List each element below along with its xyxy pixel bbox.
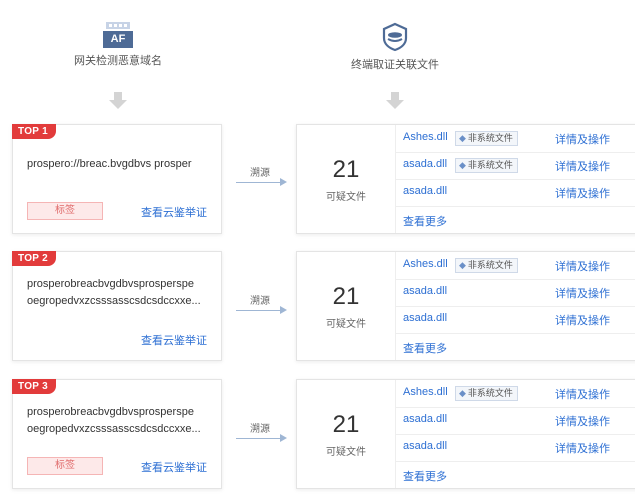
rank-badge: TOP 3 <box>12 379 57 394</box>
domain-card-top3: TOP 3 prosperobreacbvgdbvsprosperspe oeg… <box>12 379 222 489</box>
details-actions-link[interactable]: 详情及操作 <box>555 258 610 274</box>
domain-line: prosperobreacbvgdbvsprosperspe <box>27 406 194 418</box>
file-name-link[interactable]: Ashes.dll <box>403 386 448 398</box>
details-actions-link[interactable]: 详情及操作 <box>555 185 610 201</box>
file-row: asada.dll 详情及操作 <box>395 279 635 307</box>
details-actions-link[interactable]: 详情及操作 <box>555 386 610 402</box>
tag-label: 标签 <box>27 457 103 475</box>
gateway-down-arrow-icon <box>109 92 127 109</box>
details-actions-link[interactable]: 详情及操作 <box>555 312 610 328</box>
view-evidence-link[interactable]: 查看云鉴举证 <box>141 459 207 475</box>
tag-icon: ◆ <box>459 160 466 170</box>
view-evidence-link[interactable]: 查看云鉴举证 <box>141 332 207 348</box>
file-name-link[interactable]: asada.dll <box>403 312 447 324</box>
file-name-link[interactable]: asada.dll <box>403 440 447 452</box>
non-system-badge: ◆ 非系统文件 <box>455 386 518 401</box>
endpoint-down-arrow-icon <box>386 92 404 109</box>
trace-connector: 溯源 <box>232 420 288 442</box>
suspicious-count-label: 可疑文件 <box>326 319 366 330</box>
domain-line: oegropedvxzcsssasscsdcsdccxxe... <box>27 423 201 435</box>
details-actions-link[interactable]: 详情及操作 <box>555 131 610 147</box>
suspicious-count-label: 可疑文件 <box>326 192 366 203</box>
endpoint-shield-icon <box>380 22 410 52</box>
arrow-right-icon <box>280 434 287 442</box>
file-name-link[interactable]: asada.dll <box>403 185 447 197</box>
domain-text: prospero://breac.bvgdbvs prosper <box>27 156 211 173</box>
trace-label: 溯源 <box>250 424 270 435</box>
tag-icon: ◆ <box>459 260 466 270</box>
domain-line: oegropedvxzcsssasscsdcsdccxxe... <box>27 295 201 307</box>
tag-label: 标签 <box>27 202 103 220</box>
suspicious-count-box: 21 可疑文件 <box>297 252 396 360</box>
view-more-link[interactable]: 查看更多 <box>403 213 447 229</box>
view-evidence-link[interactable]: 查看云鉴举证 <box>141 204 207 220</box>
af-icon-text: AF <box>110 33 126 45</box>
suspicious-count: 21 <box>332 283 360 310</box>
endpoint-header-label: 终端取证关联文件 <box>351 59 439 71</box>
file-row: asada.dll 详情及操作 <box>395 179 635 207</box>
suspicious-count-label: 可疑文件 <box>326 447 366 458</box>
non-system-badge: ◆ 非系统文件 <box>455 131 518 146</box>
file-row: asada.dll 详情及操作 <box>395 306 635 334</box>
non-system-badge: ◆ 非系统文件 <box>455 258 518 273</box>
trace-connector: 溯源 <box>232 164 288 186</box>
rank-badge: TOP 2 <box>12 251 57 266</box>
file-name-link[interactable]: Ashes.dll <box>403 258 448 270</box>
arrow-right-icon <box>280 178 287 186</box>
domain-card-top2: TOP 2 prosperobreacbvgdbvsprosperspe oeg… <box>12 251 222 361</box>
gateway-header: AF 网关检测恶意域名 <box>68 0 168 68</box>
rank-badge: TOP 1 <box>12 124 57 139</box>
suspicious-count: 21 <box>332 411 360 438</box>
trace-connector: 溯源 <box>232 292 288 314</box>
file-row: asada.dll 详情及操作 <box>395 407 635 435</box>
domain-text: prosperobreacbvgdbvsprosperspe oegropedv… <box>27 404 211 438</box>
details-actions-link[interactable]: 详情及操作 <box>555 440 610 456</box>
suspicious-count-box: 21 可疑文件 <box>297 125 396 233</box>
tag-icon: ◆ <box>459 133 466 143</box>
file-name-link[interactable]: asada.dll <box>403 413 447 425</box>
file-row: asada.dll 详情及操作 <box>395 434 635 462</box>
endpoint-header: 终端取证关联文件 <box>335 0 455 72</box>
non-system-badge: ◆ 非系统文件 <box>455 158 518 173</box>
file-row: Ashes.dll ◆ 非系统文件 详情及操作 <box>395 125 635 153</box>
file-row: Ashes.dll ◆ 非系统文件 详情及操作 <box>395 380 635 408</box>
gateway-header-label: 网关检测恶意域名 <box>74 55 162 67</box>
view-more-link[interactable]: 查看更多 <box>403 340 447 356</box>
file-row: asada.dll ◆ 非系统文件 详情及操作 <box>395 152 635 180</box>
domain-text: prosperobreacbvgdbvsprosperspe oegropedv… <box>27 276 211 310</box>
file-name-link[interactable]: Ashes.dll <box>403 131 448 143</box>
arrow-right-icon <box>280 306 287 314</box>
domain-line: prospero://breac.bvgdbvs prosper <box>27 158 192 170</box>
domain-card-top1: TOP 1 prospero://breac.bvgdbvs prosper 标… <box>12 124 222 234</box>
file-name-link[interactable]: asada.dll <box>403 285 447 297</box>
details-actions-link[interactable]: 详情及操作 <box>555 413 610 429</box>
af-device-icon: AF <box>103 22 133 48</box>
view-more-link[interactable]: 查看更多 <box>403 468 447 484</box>
file-card-top3: 21 可疑文件 Ashes.dll ◆ 非系统文件 详情及操作 asada.dll… <box>296 379 635 489</box>
file-card-top2: 21 可疑文件 Ashes.dll ◆ 非系统文件 详情及操作 asada.dll… <box>296 251 635 361</box>
suspicious-count-box: 21 可疑文件 <box>297 380 396 488</box>
suspicious-count: 21 <box>332 156 360 183</box>
trace-label: 溯源 <box>250 168 270 179</box>
trace-label: 溯源 <box>250 296 270 307</box>
file-name-link[interactable]: asada.dll <box>403 158 447 170</box>
file-card-top1: 21 可疑文件 Ashes.dll ◆ 非系统文件 详情及操作 asada.dll… <box>296 124 635 234</box>
details-actions-link[interactable]: 详情及操作 <box>555 285 610 301</box>
details-actions-link[interactable]: 详情及操作 <box>555 158 610 174</box>
file-row: Ashes.dll ◆ 非系统文件 详情及操作 <box>395 252 635 280</box>
domain-line: prosperobreacbvgdbvsprosperspe <box>27 278 194 290</box>
tag-icon: ◆ <box>459 388 466 398</box>
